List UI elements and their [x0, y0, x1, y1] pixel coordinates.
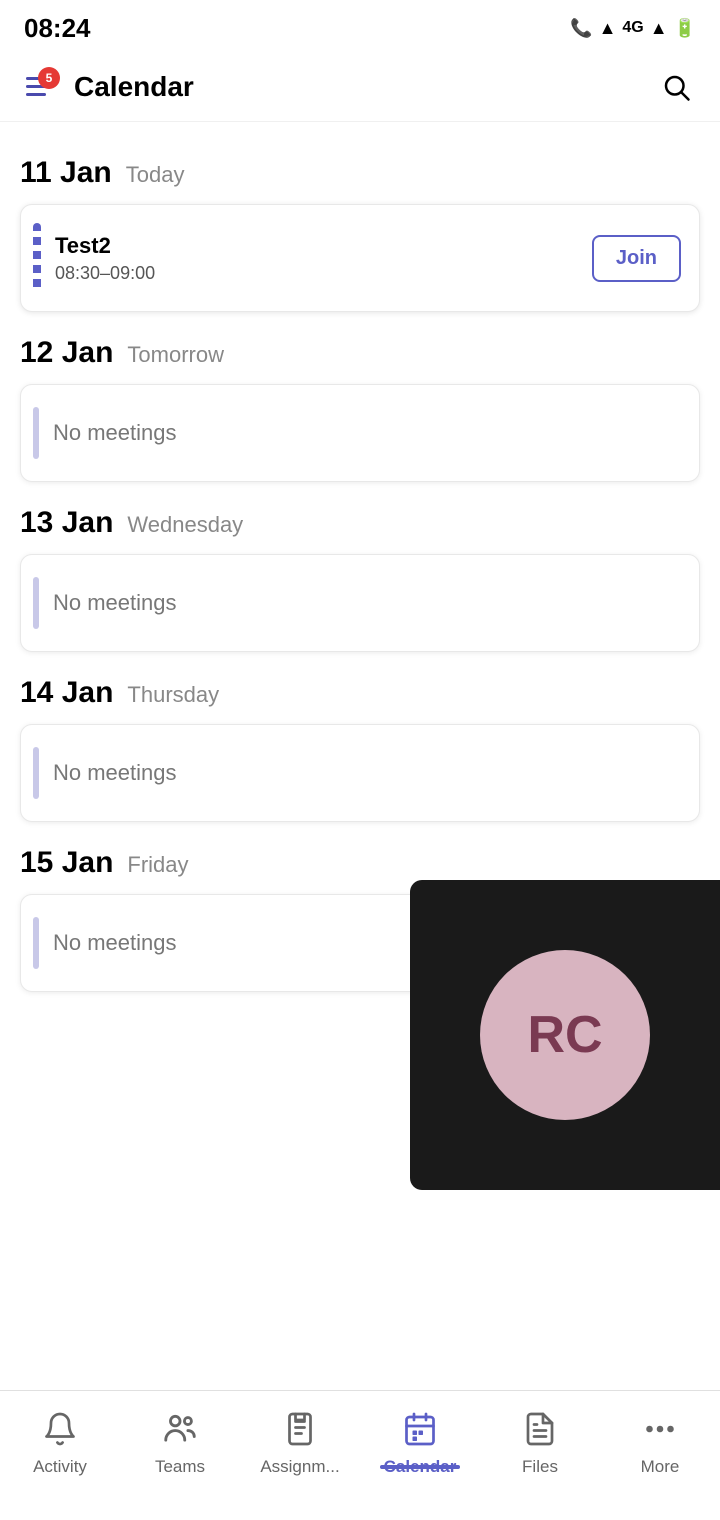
date-header-15jan: 15 Jan Friday: [20, 846, 700, 880]
signal-icon: ▲: [650, 18, 668, 39]
bottom-nav: Activity Teams Assignm...: [0, 1390, 720, 1520]
nav-label-more: More: [641, 1457, 680, 1477]
nav-label-files: Files: [522, 1457, 558, 1477]
nav-label-teams: Teams: [155, 1457, 205, 1477]
nav-active-indicator: [380, 1465, 460, 1469]
nav-item-activity[interactable]: Activity: [0, 1403, 120, 1477]
notification-badge: 5: [38, 67, 60, 89]
join-button[interactable]: Join: [592, 235, 681, 282]
no-meetings-card-12jan: No meetings: [20, 384, 700, 482]
date-label: Friday: [127, 852, 188, 878]
date-number: 14 Jan: [20, 676, 113, 710]
nav-item-calendar[interactable]: Calendar: [360, 1403, 480, 1477]
date-header-12jan: 12 Jan Tomorrow: [20, 336, 700, 370]
meeting-time: 08:30–09:00: [55, 263, 578, 284]
nav-label-assignments: Assignm...: [260, 1457, 339, 1477]
date-number: 15 Jan: [20, 846, 113, 880]
nav-label-activity: Activity: [33, 1457, 87, 1477]
meeting-card-test2[interactable]: Test2 08:30–09:00 Join: [20, 204, 700, 312]
date-label: Wednesday: [127, 512, 243, 538]
app-header: 5 Calendar: [0, 52, 720, 122]
no-meetings-text: No meetings: [53, 420, 177, 446]
calendar-icon: [398, 1407, 442, 1451]
activity-icon: [38, 1407, 82, 1451]
no-meetings-stripe: [33, 407, 39, 459]
nav-item-more[interactable]: More: [600, 1403, 720, 1477]
battery-icon: 🔋: [674, 18, 696, 39]
no-meetings-text: No meetings: [53, 930, 177, 956]
date-header-14jan: 14 Jan Thursday: [20, 676, 700, 710]
profile-overlay[interactable]: RC: [410, 880, 720, 1190]
status-icons: 📞 ▲ 4G ▲ 🔋: [570, 18, 696, 39]
profile-initials: RC: [527, 1005, 602, 1065]
wifi-icon: ▲: [599, 18, 617, 39]
no-meetings-card-13jan: No meetings: [20, 554, 700, 652]
date-number: 13 Jan: [20, 506, 113, 540]
menu-button[interactable]: 5: [16, 63, 64, 111]
date-number: 12 Jan: [20, 336, 113, 370]
no-meetings-stripe: [33, 917, 39, 969]
4g-icon: 4G: [622, 19, 643, 37]
date-header-today: 11 Jan Today: [20, 156, 700, 190]
nav-item-teams[interactable]: Teams: [120, 1403, 240, 1477]
date-label: Thursday: [127, 682, 219, 708]
page-title: Calendar: [74, 71, 652, 103]
date-section-14jan: 14 Jan Thursday No meetings: [20, 676, 700, 822]
date-label: Today: [126, 162, 185, 188]
no-meetings-stripe: [33, 747, 39, 799]
date-section-today: 11 Jan Today Test2 08:30–09:00 Join: [20, 156, 700, 312]
no-meetings-card-14jan: No meetings: [20, 724, 700, 822]
date-section-13jan: 13 Jan Wednesday No meetings: [20, 506, 700, 652]
date-header-13jan: 13 Jan Wednesday: [20, 506, 700, 540]
no-meetings-text: No meetings: [53, 590, 177, 616]
assignments-icon: [278, 1407, 322, 1451]
no-meetings-text: No meetings: [53, 760, 177, 786]
nav-item-assignments[interactable]: Assignm...: [240, 1403, 360, 1477]
meeting-title: Test2: [55, 233, 578, 259]
date-section-12jan: 12 Jan Tomorrow No meetings: [20, 336, 700, 482]
meeting-stripe: [33, 223, 41, 293]
files-icon: [518, 1407, 562, 1451]
avatar: RC: [480, 950, 650, 1120]
search-icon: [661, 72, 691, 102]
date-label: Tomorrow: [127, 342, 224, 368]
phone-icon: 📞: [570, 18, 592, 39]
date-number: 11 Jan: [20, 156, 112, 190]
no-meetings-stripe: [33, 577, 39, 629]
status-bar: 08:24 📞 ▲ 4G ▲ 🔋: [0, 0, 720, 52]
teams-icon: [158, 1407, 202, 1451]
status-time: 08:24: [24, 13, 91, 44]
search-button[interactable]: [652, 63, 700, 111]
more-icon: [638, 1407, 682, 1451]
nav-item-files[interactable]: Files: [480, 1403, 600, 1477]
meeting-info: Test2 08:30–09:00: [55, 233, 578, 284]
